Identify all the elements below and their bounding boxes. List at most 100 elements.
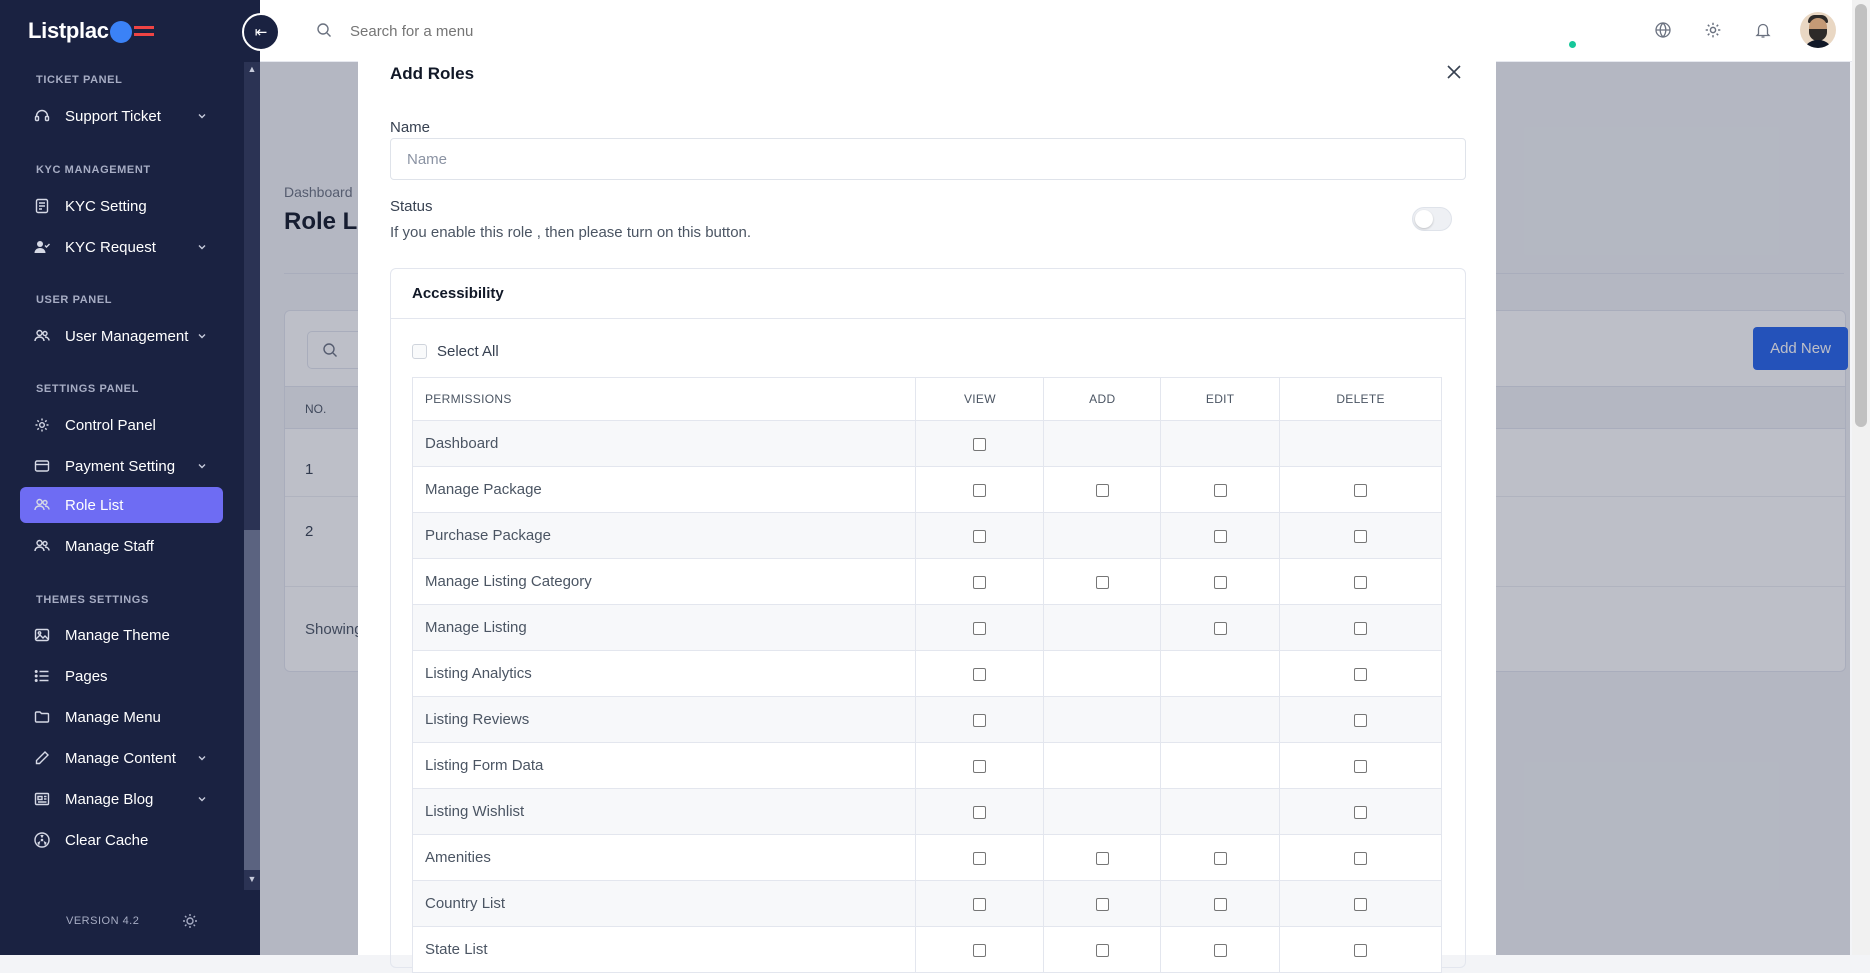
permission-cell-view	[915, 604, 1045, 651]
edit-checkbox[interactable]	[1213, 575, 1227, 589]
edit-checkbox[interactable]	[1213, 897, 1227, 911]
table-row: Purchase Package	[411, 512, 1442, 559]
headset-icon	[34, 108, 50, 124]
edit-checkbox[interactable]	[1213, 483, 1227, 497]
add-checkbox[interactable]	[1095, 851, 1109, 865]
select-all-checkbox[interactable]: Select All	[412, 343, 499, 360]
view-checkbox[interactable]	[973, 667, 987, 681]
avatar[interactable]	[1800, 12, 1836, 48]
view-checkbox[interactable]	[973, 851, 987, 865]
delete-checkbox[interactable]	[1354, 483, 1368, 497]
delete-checkbox[interactable]	[1354, 897, 1368, 911]
column-header-permissions: PERMISSIONS	[411, 377, 917, 421]
delete-checkbox[interactable]	[1354, 805, 1368, 819]
sidebar-item-control-panel[interactable]: Control Panel	[20, 407, 223, 443]
toggle-knob	[1415, 210, 1433, 228]
permission-cell-add	[1043, 834, 1162, 881]
permission-cell-view	[915, 650, 1045, 697]
permission-name: Listing Wishlist	[411, 788, 917, 835]
permission-cell-view	[915, 788, 1045, 835]
table-row: State List	[411, 926, 1442, 973]
permission-name: Manage Package	[411, 466, 917, 513]
sidebar-item-role-list[interactable]: Role List	[20, 487, 223, 523]
permission-cell-view	[915, 420, 1045, 467]
permission-name: Listing Analytics	[411, 650, 917, 697]
scroll-up-icon[interactable]: ▲	[244, 62, 260, 76]
search-input[interactable]	[350, 20, 650, 42]
status-toggle[interactable]	[1412, 207, 1452, 231]
view-checkbox[interactable]	[973, 483, 987, 497]
name-label: Name	[390, 119, 431, 136]
checkbox[interactable]	[412, 344, 427, 359]
collapse-sidebar-button[interactable]: ⇤	[242, 13, 280, 51]
add-checkbox[interactable]	[1095, 897, 1109, 911]
permission-cell-add	[1043, 466, 1162, 513]
add-checkbox[interactable]	[1095, 575, 1109, 589]
globe-icon[interactable]	[1654, 21, 1672, 44]
sidebar-item-support-ticket[interactable]: Support Ticket	[20, 98, 223, 134]
view-checkbox[interactable]	[973, 621, 987, 635]
pencil-icon	[34, 750, 50, 766]
permission-cell-delete	[1279, 512, 1442, 559]
permission-cell-view	[915, 558, 1045, 605]
sidebar-item-manage-staff[interactable]: Manage Staff	[20, 528, 223, 564]
sidebar-scrollbar-thumb[interactable]	[244, 530, 260, 870]
permission-cell-delete	[1279, 926, 1442, 973]
permission-cell-add	[1043, 788, 1162, 835]
name-input[interactable]	[390, 138, 1466, 180]
permission-cell-delete	[1279, 788, 1442, 835]
sidebar-item-pages[interactable]: Pages	[20, 658, 223, 694]
page-scrollbar-thumb[interactable]	[1855, 4, 1867, 427]
scroll-down-icon[interactable]: ▼	[244, 872, 260, 886]
edit-checkbox[interactable]	[1213, 529, 1227, 543]
users-icon	[34, 328, 50, 344]
delete-checkbox[interactable]	[1354, 529, 1368, 543]
document-icon	[34, 198, 50, 214]
view-checkbox[interactable]	[973, 713, 987, 727]
permission-cell-add	[1043, 880, 1162, 927]
sun-icon[interactable]	[182, 913, 198, 934]
view-checkbox[interactable]	[973, 897, 987, 911]
status-label: Status	[390, 198, 433, 215]
sidebar-item-manage-theme[interactable]: Manage Theme	[20, 617, 223, 653]
edit-checkbox[interactable]	[1213, 621, 1227, 635]
sidebar-item-manage-blog[interactable]: Manage Blog	[20, 781, 223, 817]
delete-checkbox[interactable]	[1354, 759, 1368, 773]
add-checkbox[interactable]	[1095, 483, 1109, 497]
view-checkbox[interactable]	[973, 575, 987, 589]
sidebar-item-manage-menu[interactable]: Manage Menu	[20, 699, 223, 735]
column-header-edit: EDIT	[1160, 377, 1281, 421]
edit-checkbox[interactable]	[1213, 851, 1227, 865]
gear-icon[interactable]	[1704, 21, 1722, 44]
delete-checkbox[interactable]	[1354, 667, 1368, 681]
delete-checkbox[interactable]	[1354, 851, 1368, 865]
sidebar-item-manage-content[interactable]: Manage Content	[20, 740, 223, 776]
sidebar-item-kyc-request[interactable]: KYC Request	[20, 229, 223, 265]
app-logo[interactable]: Listplac	[28, 16, 154, 46]
sidebar-item-user-management[interactable]: User Management	[20, 318, 223, 354]
sidebar-item-clear-cache[interactable]: Clear Cache	[20, 822, 223, 858]
users-icon	[34, 497, 50, 513]
view-checkbox[interactable]	[973, 759, 987, 773]
permission-cell-edit	[1160, 742, 1281, 789]
sidebar-item-kyc-setting[interactable]: KYC Setting	[20, 188, 223, 224]
close-icon[interactable]	[1444, 62, 1466, 84]
bell-icon[interactable]	[1754, 21, 1772, 44]
sidebar-item-payment-setting[interactable]: Payment Setting	[20, 448, 223, 484]
permission-cell-delete	[1279, 696, 1442, 743]
table-row: Listing Wishlist	[411, 788, 1442, 835]
view-checkbox[interactable]	[973, 529, 987, 543]
gear-icon	[34, 417, 50, 433]
section-label-user: USER PANEL	[36, 294, 113, 306]
delete-checkbox[interactable]	[1354, 575, 1368, 589]
delete-checkbox[interactable]	[1354, 621, 1368, 635]
column-header-add: ADD	[1043, 377, 1162, 421]
delete-checkbox[interactable]	[1354, 713, 1368, 727]
permission-name: State List	[411, 926, 917, 973]
view-checkbox[interactable]	[973, 437, 987, 451]
view-checkbox[interactable]	[973, 805, 987, 819]
permission-cell-edit	[1160, 880, 1281, 927]
accessibility-card: Accessibility Select All PERMISSIONS VIE…	[390, 268, 1466, 973]
permission-cell-edit	[1160, 604, 1281, 651]
permission-cell-edit	[1160, 926, 1281, 973]
